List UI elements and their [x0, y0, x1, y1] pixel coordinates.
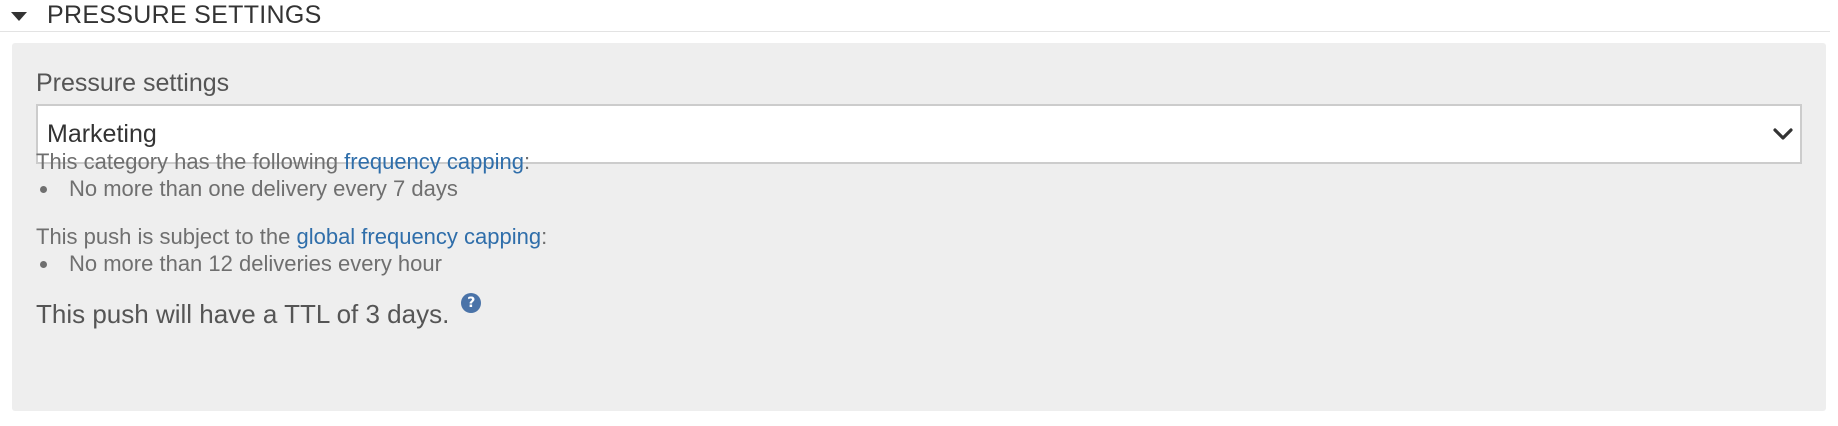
ttl-text: This push will have a TTL of 3 days. — [36, 299, 450, 329]
global-capping-prefix: This push is subject to the — [36, 224, 297, 249]
category-capping-suffix: : — [523, 149, 531, 174]
global-capping-text: This push is subject to the global frequ… — [36, 226, 547, 248]
list-item: No more than one delivery every 7 days — [40, 178, 458, 200]
caret-down-icon[interactable] — [11, 11, 27, 21]
list-item: No more than 12 deliveries every hour — [40, 253, 442, 275]
select-value: Marketing — [47, 119, 157, 148]
question-circle-icon[interactable]: ? — [461, 293, 482, 313]
category-capping-prefix: This category has the following — [36, 149, 345, 174]
global-frequency-capping-link[interactable]: global frequency capping — [296, 224, 541, 249]
category-rule: No more than one delivery every 7 days — [69, 176, 458, 201]
section-header[interactable]: PRESSURE SETTINGS — [0, 0, 1830, 32]
pressure-settings-label: Pressure settings — [36, 69, 230, 97]
section-title: PRESSURE SETTINGS — [47, 1, 322, 29]
category-capping-text: This category has the following frequenc… — [36, 151, 530, 173]
chevron-down-icon — [1772, 123, 1794, 145]
pressure-settings-panel: Pressure settings Marketing This categor… — [12, 43, 1826, 411]
global-rule: No more than 12 deliveries every hour — [69, 251, 442, 276]
ttl-line: This push will have a TTL of 3 days. ? — [36, 293, 482, 329]
bullet-dot — [40, 260, 47, 268]
bullet-dot — [40, 185, 47, 193]
global-capping-suffix: : — [541, 224, 548, 249]
frequency-capping-link[interactable]: frequency capping — [344, 149, 524, 174]
